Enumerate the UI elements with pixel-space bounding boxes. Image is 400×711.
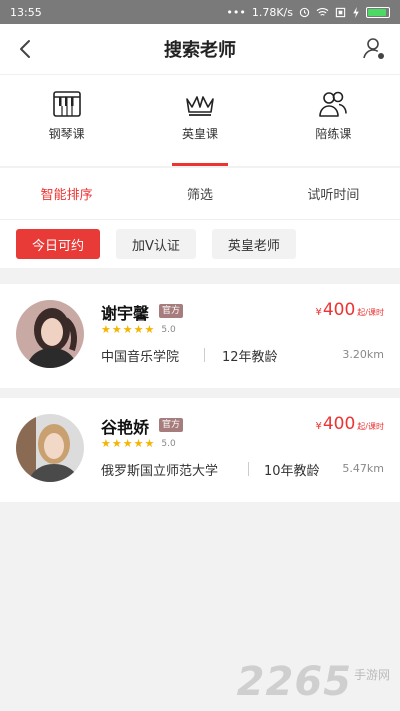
- price-amount: 400: [322, 300, 356, 320]
- star-icon: ★: [101, 437, 111, 450]
- price-currency: ¥: [315, 421, 322, 432]
- star-icon: ★: [101, 323, 111, 336]
- rating-score: 5.0: [161, 438, 176, 449]
- rating-score: 5.0: [161, 324, 176, 335]
- tab-practice[interactable]: 陪练课: [267, 75, 400, 166]
- avatar: [16, 300, 84, 368]
- avatar: [16, 414, 84, 482]
- battery-fill: [368, 8, 386, 16]
- alarm-icon: [299, 7, 310, 17]
- watermark-text: 手游网: [353, 668, 390, 682]
- price-unit: 起/课时: [357, 422, 384, 431]
- star-icon: ★: [111, 323, 122, 336]
- crown-icon: [186, 96, 214, 116]
- tag-available-today[interactable]: 今日可约: [16, 229, 101, 259]
- people-icon: [319, 91, 348, 117]
- price: ¥ 400 起/课时: [315, 300, 384, 320]
- filter-tags: 今日可约 加V认证 英皇老师: [0, 220, 400, 268]
- price-amount: 400: [322, 414, 356, 434]
- rating-stars: ★ ★ ★ ★ ★ 5.0: [101, 438, 176, 449]
- teacher-school: 俄罗斯国立师范大学: [101, 464, 219, 479]
- nav-bar: 搜索老师: [0, 24, 400, 74]
- tab-label: 陪练课: [315, 127, 352, 141]
- tag-royal-teacher[interactable]: 英皇老师: [211, 229, 296, 259]
- distance: 5.47km: [342, 462, 384, 475]
- tag-verified[interactable]: 加V认证: [116, 229, 196, 259]
- sim-icon: [335, 7, 346, 17]
- sort-filter[interactable]: 筛选: [133, 184, 266, 203]
- teaching-years: 10年教龄: [264, 464, 320, 479]
- category-tabs: 钢琴课 英皇课 陪练课: [0, 74, 400, 166]
- price-unit: 起/课时: [357, 308, 384, 317]
- teacher-name: 谢宇馨: [101, 304, 150, 323]
- page-title: 搜索老师: [164, 40, 236, 61]
- star-icon: ★: [144, 323, 155, 336]
- teacher-card[interactable]: 谢宇馨 官方 ★ ★ ★ ★ ★ 5.0 中国音乐学院 12年教龄 ¥ 400 …: [0, 284, 400, 388]
- watermark-number: 2265: [236, 659, 352, 705]
- wifi-icon: [316, 7, 329, 16]
- active-tab-indicator: [171, 163, 228, 166]
- teaching-years: 12年教龄: [222, 350, 278, 365]
- price: ¥ 400 起/课时: [315, 414, 384, 434]
- official-badge: 官方: [159, 304, 184, 318]
- tab-label: 钢琴课: [48, 127, 85, 141]
- battery-icon: [366, 6, 390, 18]
- star-icon: ★: [133, 323, 144, 336]
- star-icon: ★: [122, 437, 133, 450]
- piano-icon: [52, 91, 81, 117]
- sort-bar: 智能排序 筛选 试听时间: [0, 168, 400, 220]
- star-icon: ★: [133, 437, 144, 450]
- tab-royal[interactable]: 英皇课: [133, 75, 266, 166]
- user-icon[interactable]: [362, 36, 386, 62]
- price-currency: ¥: [315, 307, 322, 318]
- tab-piano[interactable]: 钢琴课: [0, 75, 133, 166]
- star-icon: ★: [111, 437, 122, 450]
- status-right: ••• 1.78K/s: [226, 6, 390, 19]
- teacher-name: 谷艳娇: [101, 418, 150, 437]
- watermark-logo: 2265 手游网: [237, 659, 390, 705]
- star-icon: ★: [144, 437, 155, 450]
- distance: 3.20km: [342, 348, 384, 361]
- teacher-school: 中国音乐学院: [101, 350, 180, 365]
- status-time: 13:55: [10, 5, 42, 19]
- divider: [204, 348, 205, 362]
- notification-dots: •••: [226, 5, 246, 19]
- tab-label: 英皇课: [181, 127, 218, 141]
- sort-smart[interactable]: 智能排序: [0, 184, 133, 203]
- official-badge: 官方: [159, 418, 184, 432]
- charging-icon: [353, 6, 359, 18]
- teacher-card[interactable]: 谷艳娇 官方 ★ ★ ★ ★ ★ 5.0 俄罗斯国立师范大学 10年教龄 ¥ 4…: [0, 398, 400, 502]
- rating-stars: ★ ★ ★ ★ ★ 5.0: [101, 324, 176, 335]
- status-bar: 13:55 ••• 1.78K/s: [0, 0, 400, 24]
- network-speed: 1.78K/s: [251, 5, 293, 19]
- back-icon[interactable]: [14, 37, 38, 61]
- star-icon: ★: [122, 323, 133, 336]
- sort-trial-time[interactable]: 试听时间: [267, 184, 400, 203]
- divider: [248, 462, 249, 476]
